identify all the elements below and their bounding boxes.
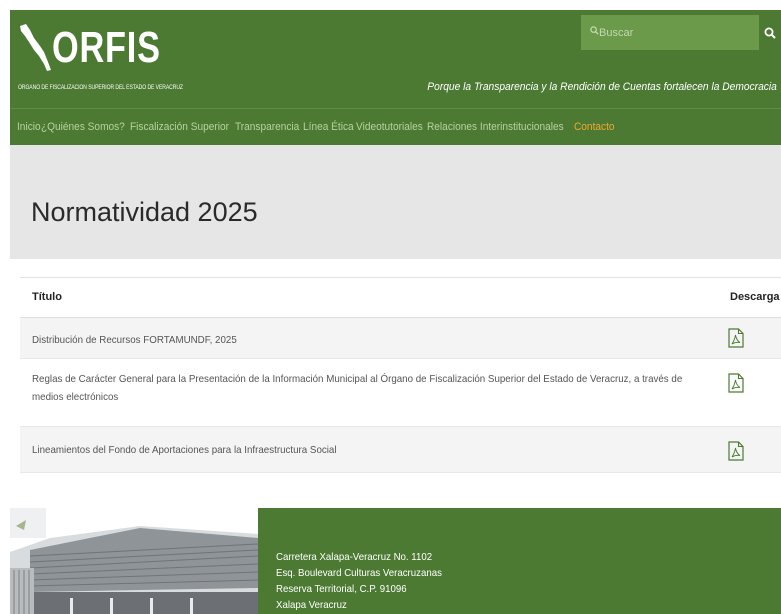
page-title: Normatividad 2025: [31, 197, 258, 227]
pdf-download-link[interactable]: [728, 441, 744, 466]
pdf-download-link[interactable]: [728, 373, 744, 398]
table-row: Distribución de Recursos FORTAMUNDF, 202…: [20, 318, 781, 359]
nav-item-videotutoriales[interactable]: Videotutoriales: [356, 121, 423, 133]
search-hint-icon: [590, 26, 599, 35]
page-title-band: Normatividad 2025: [10, 145, 781, 259]
column-header-title: Título: [32, 291, 62, 303]
pdf-icon: [728, 441, 744, 461]
table-row: Lineamientos del Fondo de Aportaciones p…: [20, 427, 781, 473]
nav-item-contacto[interactable]: Contacto: [574, 121, 615, 133]
pdf-download-link[interactable]: [728, 328, 744, 353]
logo-wordmark: ORFIS: [52, 23, 161, 72]
search-input[interactable]: [581, 15, 759, 50]
search-button[interactable]: [759, 15, 781, 50]
address-line: Xalapa Veracruz: [276, 599, 347, 611]
nav-item-linea-etica[interactable]: Línea Ética: [303, 121, 354, 133]
document-title: Lineamientos del Fondo de Aportaciones p…: [32, 444, 337, 456]
table-header-row: Título Descarga: [20, 278, 781, 318]
footer-address: Carretera Xalapa-Veracruz No. 1102 Esq. …: [276, 549, 442, 613]
logo-subtitle: ÓRGANO DE FISCALIZACIÓN SUPERIOR DEL EST…: [18, 84, 183, 91]
documents-table: Título Descarga Distribución de Recursos…: [20, 277, 781, 473]
orfis-logo[interactable]: ORFIS ÓRGANO DE FISCALIZACIÓN SUPERIOR D…: [18, 22, 188, 91]
address-line: Esq. Boulevard Culturas Veracruzanas: [276, 567, 442, 579]
search-icon: [764, 27, 776, 39]
building-photo: [10, 508, 258, 614]
nav-item-fiscalizacion-superior[interactable]: Fiscalización Superior: [130, 121, 229, 133]
veracruz-map-logo-icon: [20, 24, 51, 71]
pdf-icon: [728, 373, 744, 393]
main-nav: Inicio ¿Quiénes Somos? Fiscalización Sup…: [10, 108, 781, 145]
nav-item-transparencia[interactable]: Transparencia: [235, 121, 299, 133]
nav-item-inicio[interactable]: Inicio: [17, 121, 41, 133]
address-line: Reserva Territorial, C.P. 91096: [276, 583, 407, 595]
nav-item-quienes-somos[interactable]: ¿Quiénes Somos?: [41, 121, 125, 133]
document-title: Reglas de Carácter General para la Prese…: [32, 373, 683, 403]
pdf-icon: [728, 328, 744, 348]
document-title: Distribución de Recursos FORTAMUNDF, 202…: [32, 334, 237, 346]
table-row: Reglas de Carácter General para la Prese…: [20, 359, 781, 427]
site-header: ORFIS ÓRGANO DE FISCALIZACIÓN SUPERIOR D…: [10, 10, 781, 108]
nav-item-relaciones-interinstitucionales[interactable]: Relaciones Interinstitucionales: [427, 121, 564, 133]
site-footer: Carretera Xalapa-Veracruz No. 1102 Esq. …: [10, 508, 781, 614]
site-tagline: Porque la Transparencia y la Rendición d…: [427, 81, 777, 93]
column-header-download: Descarga: [730, 291, 780, 303]
address-line: Carretera Xalapa-Veracruz No. 1102: [276, 551, 433, 563]
building-illustration: [10, 508, 258, 614]
search-box: [581, 15, 781, 50]
